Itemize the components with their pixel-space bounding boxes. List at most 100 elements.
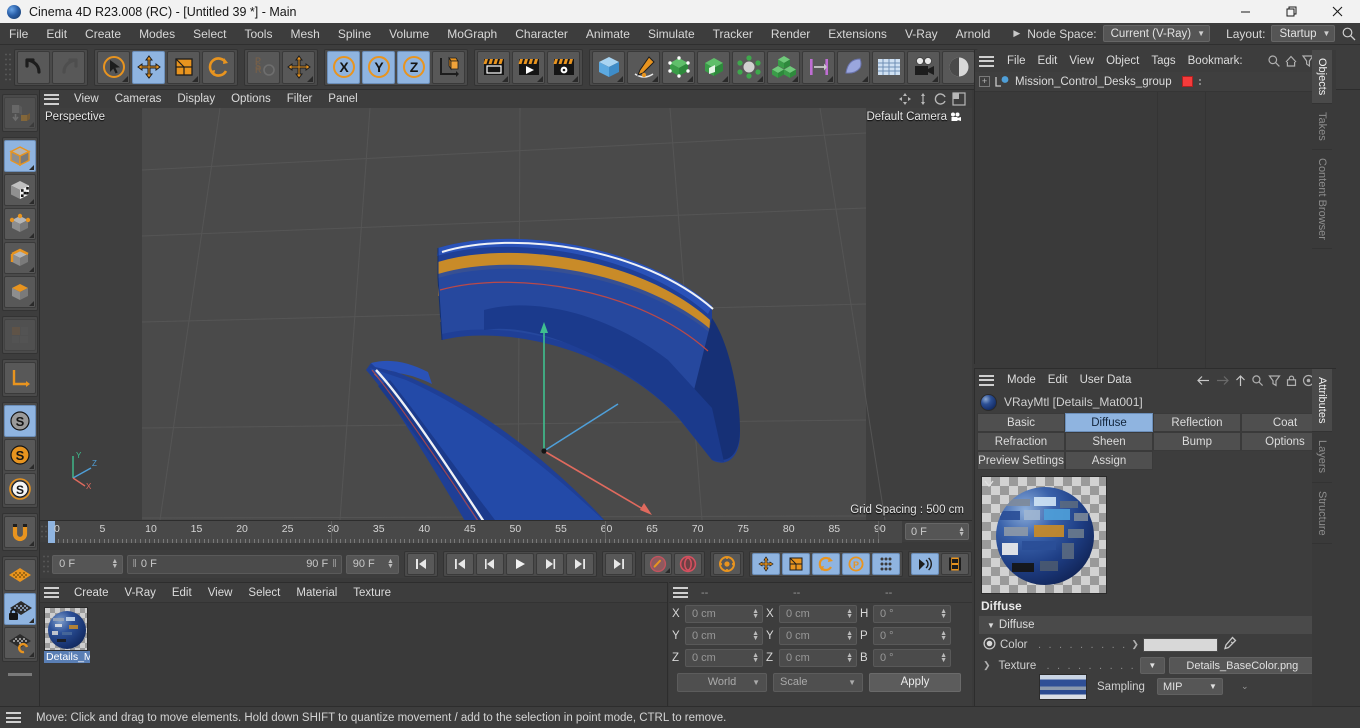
object-menu-bookmarks[interactable]: Bookmark: — [1182, 50, 1249, 72]
material-tag-icon[interactable] — [1182, 76, 1193, 87]
hamburger-menu-icon[interactable] — [6, 712, 21, 723]
tab-preview-settings[interactable]: Preview Settings — [977, 451, 1065, 470]
timeline-frame-field[interactable]: 0 F ▲▼ — [905, 523, 969, 540]
menu-vray[interactable]: V-Ray — [896, 23, 947, 45]
toolbar-grip[interactable] — [4, 52, 12, 82]
tab-objects[interactable]: Objects — [1312, 50, 1332, 104]
make-editable-button[interactable] — [4, 97, 36, 129]
keyframe-settings-button[interactable] — [713, 553, 741, 575]
menu-window[interactable]: Wind — [999, 23, 1008, 45]
menu-spline[interactable]: Spline — [329, 23, 380, 45]
snap-settings-button[interactable]: S — [4, 439, 36, 471]
hamburger-menu-icon[interactable] — [979, 56, 994, 67]
viewport-menu-display[interactable]: Display — [169, 90, 223, 108]
menu-render[interactable]: Render — [762, 23, 819, 45]
axis-mode-button[interactable] — [4, 362, 36, 394]
menu-simulate[interactable]: Simulate — [639, 23, 704, 45]
planar-workplane-button[interactable] — [4, 627, 36, 659]
texture-path-field[interactable]: Details_BaseColor.png — [1169, 657, 1316, 674]
menu-extensions[interactable]: Extensions — [819, 23, 896, 45]
object-menu-tags[interactable]: Tags — [1145, 50, 1181, 72]
redo-button[interactable] — [52, 51, 85, 84]
visibility-dots-icon[interactable] — [1199, 79, 1201, 85]
menu-file[interactable]: File — [0, 23, 37, 45]
range-end-handle[interactable]: ‖ — [328, 558, 337, 570]
spinner-icon[interactable]: ▲▼ — [111, 559, 118, 569]
menu-select[interactable]: Select — [184, 23, 235, 45]
tab-content-browser[interactable]: Content Browser — [1312, 150, 1332, 249]
tab-basic[interactable]: Basic — [977, 413, 1065, 432]
tab-sheen[interactable]: Sheen — [1065, 432, 1153, 451]
cube-primitive-button[interactable] — [592, 51, 625, 84]
menu-overflow-arrow-icon[interactable]: ▶ — [1008, 28, 1025, 39]
end-frame-field[interactable]: 90 F ▲▼ — [346, 555, 399, 574]
collapse-triangle-icon[interactable]: ▼ — [987, 621, 995, 630]
expand-toggle-icon[interactable]: + — [979, 76, 990, 87]
coord-input-rot-b[interactable]: 0 °▲▼ — [873, 649, 951, 667]
next-key-button[interactable] — [566, 553, 594, 575]
enable-snapping-button[interactable]: S — [4, 405, 36, 437]
search-icon[interactable] — [1341, 26, 1357, 42]
autokeying-button[interactable] — [674, 553, 702, 575]
key-rotation-button[interactable] — [812, 553, 840, 575]
tab-refraction[interactable]: Refraction — [977, 432, 1065, 451]
scale-tool-button[interactable] — [167, 51, 200, 84]
timeline-grip[interactable] — [40, 524, 48, 540]
previous-key-button[interactable] — [446, 553, 474, 575]
coordinate-system-dropdown[interactable]: World▼ — [677, 673, 767, 692]
material-menu-texture[interactable]: Texture — [345, 584, 399, 602]
tab-layers[interactable]: Layers — [1312, 432, 1332, 482]
spinner-icon[interactable]: ▲▼ — [958, 527, 965, 537]
key-scale-button[interactable] — [782, 553, 810, 575]
spinner-icon[interactable]: ▲▼ — [940, 631, 947, 641]
viewport-camera-label[interactable]: Default Camera — [866, 111, 962, 123]
material-menu-create[interactable]: Create — [66, 584, 117, 602]
preview-collapse-icon[interactable] — [983, 478, 995, 490]
search-icon[interactable] — [1267, 54, 1281, 68]
menu-mograph[interactable]: MoGraph — [438, 23, 506, 45]
edge-mode-button[interactable] — [4, 242, 36, 274]
menu-tracker[interactable]: Tracker — [704, 23, 762, 45]
apply-button[interactable]: Apply — [869, 673, 961, 692]
tab-reflection[interactable]: Reflection — [1153, 413, 1241, 432]
spinner-icon[interactable]: ▲▼ — [387, 559, 394, 569]
material-menu-select[interactable]: Select — [240, 584, 288, 602]
object-menu-file[interactable]: File — [1001, 50, 1032, 72]
sampling-dropdown[interactable]: MIP▼ — [1157, 678, 1223, 695]
hamburger-menu-icon[interactable] — [979, 375, 994, 386]
texture-mode-button[interactable] — [4, 174, 36, 206]
tab-assign[interactable]: Assign — [1065, 451, 1153, 470]
texture-type-dropdown[interactable]: ▼ — [1140, 657, 1165, 674]
maximize-button[interactable] — [1268, 0, 1314, 23]
object-menu-object[interactable]: Object — [1100, 50, 1145, 72]
deformer-button[interactable] — [732, 51, 765, 84]
hamburger-menu-icon[interactable] — [673, 587, 688, 598]
world-coordinate-button[interactable] — [432, 51, 465, 84]
forward-arrow-icon[interactable] — [1215, 374, 1230, 387]
radio-icon[interactable] — [983, 637, 996, 653]
lock-icon[interactable] — [1285, 374, 1298, 387]
move-axis-button[interactable] — [282, 51, 315, 84]
sampling-expand-icon[interactable]: ⌄ — [1241, 681, 1249, 692]
coord-input-size-x[interactable]: 0 cm▲▼ — [779, 605, 857, 623]
material-preview[interactable] — [981, 476, 1107, 594]
lock-workplane-button[interactable] — [4, 593, 36, 625]
spinner-icon[interactable]: ▲▼ — [846, 631, 853, 641]
spinner-icon[interactable]: ▲▼ — [752, 609, 759, 619]
magnet-button[interactable] — [4, 516, 36, 548]
rotate-tool-button[interactable] — [202, 51, 235, 84]
coord-input-pos-z[interactable]: 0 cm▲▼ — [685, 649, 763, 667]
camera-button[interactable] — [907, 51, 940, 84]
menu-character[interactable]: Character — [506, 23, 577, 45]
preview-range-field[interactable]: ‖ 0 F 90 F ‖ — [127, 555, 341, 574]
quantize-snap-button[interactable]: S — [4, 473, 36, 505]
rotate-view-icon[interactable] — [934, 92, 948, 106]
coord-input-size-z[interactable]: 0 cm▲▼ — [779, 649, 857, 667]
axis-x-button[interactable]: X — [327, 51, 360, 84]
render-view-button[interactable] — [477, 51, 510, 84]
timeline-ruler[interactable]: 051015202530354045505560657075808590 — [48, 521, 902, 543]
material-menu-material[interactable]: Material — [288, 584, 345, 602]
material-menu-vray[interactable]: V-Ray — [117, 584, 164, 602]
material-thumbnail[interactable] — [44, 607, 88, 651]
tab-attributes[interactable]: Attributes — [1312, 369, 1332, 432]
